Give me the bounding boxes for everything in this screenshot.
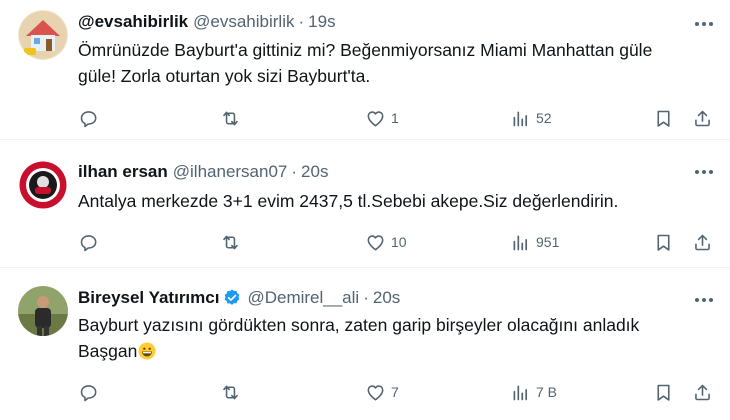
views-icon xyxy=(513,235,528,250)
bookmark-button[interactable] xyxy=(653,106,674,130)
timestamp[interactable]: 20s xyxy=(301,162,328,182)
separator-dot: · xyxy=(363,288,369,307)
bookmark-button[interactable] xyxy=(653,230,674,254)
retweet-icon xyxy=(223,235,238,249)
share-button[interactable] xyxy=(692,230,713,254)
tweet-text: Ömrünüzde Bayburt'a gittiniz mi? Beğenmi… xyxy=(78,37,718,89)
share-icon xyxy=(695,384,710,400)
tweet-text: Antalya merkezde 3+1 evim 2437,5 tl.Sebe… xyxy=(78,188,718,214)
verified-badge-icon xyxy=(222,288,242,308)
views-button[interactable]: 7 B xyxy=(510,380,557,404)
bookmark-button[interactable] xyxy=(653,380,674,404)
reply-icon xyxy=(80,234,97,251)
share-button[interactable] xyxy=(692,380,713,404)
action-bar: 7 7 B xyxy=(78,380,718,404)
more-icon[interactable] xyxy=(692,14,716,34)
retweet-button[interactable] xyxy=(220,106,246,130)
grinning-face-emoji xyxy=(138,342,156,360)
reply-button[interactable] xyxy=(78,380,104,404)
like-button[interactable]: 1 xyxy=(365,106,399,130)
tweet[interactable]: Bireysel Yatırımcı @Demirel__ali · 20s B… xyxy=(0,268,730,420)
user-handle[interactable]: @evsahibirlik xyxy=(193,12,294,32)
bookmark-icon xyxy=(657,234,670,251)
tweet-text: Bayburt yazısını gördükten sonra, zaten … xyxy=(78,312,718,364)
views-icon xyxy=(513,111,528,126)
action-bar: 1 52 xyxy=(78,106,718,130)
more-icon[interactable] xyxy=(692,290,716,310)
timestamp[interactable]: 19s xyxy=(308,12,335,32)
action-bar: 10 951 xyxy=(78,230,718,254)
views-count: 7 B xyxy=(536,384,558,400)
tweet[interactable]: @evsahibirlik @evsahibirlik · 19s Ömrünü… xyxy=(0,0,730,140)
bookmark-icon xyxy=(657,110,670,127)
like-button[interactable]: 7 xyxy=(365,380,399,404)
retweet-button[interactable] xyxy=(220,230,246,254)
tweet-text-line: Başgan xyxy=(78,341,138,361)
bookmark-icon xyxy=(657,384,670,401)
views-icon xyxy=(513,385,528,400)
display-name[interactable]: Bireysel Yatırımcı xyxy=(78,288,219,308)
reply-icon xyxy=(80,110,97,127)
tweet-text-line: Bayburt yazısını gördükten sonra, zaten … xyxy=(78,315,640,335)
display-name[interactable]: ilhan ersan xyxy=(78,162,168,182)
like-count: 1 xyxy=(391,110,399,126)
tweet-text-line: Antalya merkezde 3+1 evim 2437,5 tl.Sebe… xyxy=(78,191,619,211)
like-icon xyxy=(367,234,384,250)
views-button[interactable]: 951 xyxy=(510,230,559,254)
separator-dot: · xyxy=(291,162,298,181)
avatar[interactable] xyxy=(18,286,68,336)
tweet-text-line: Ömrünüzde Bayburt'a gittiniz mi? Beğenmi… xyxy=(78,40,653,60)
share-button[interactable] xyxy=(692,106,713,130)
separator-dot: · xyxy=(298,12,305,31)
reply-icon xyxy=(80,384,97,401)
retweet-button[interactable] xyxy=(220,380,246,404)
display-name[interactable]: @evsahibirlik xyxy=(78,12,188,32)
views-button[interactable]: 52 xyxy=(510,106,552,130)
views-count: 52 xyxy=(536,110,552,126)
timestamp[interactable]: 20s xyxy=(373,288,400,308)
avatar[interactable] xyxy=(18,160,68,210)
share-icon xyxy=(695,110,710,126)
retweet-icon xyxy=(223,385,238,399)
like-icon xyxy=(367,384,384,400)
tweet[interactable]: ilhan ersan @ilhanersan07 · 20s Antalya … xyxy=(0,140,730,268)
avatar[interactable] xyxy=(18,10,68,60)
reply-button[interactable] xyxy=(78,230,104,254)
like-count: 10 xyxy=(391,234,407,250)
share-icon xyxy=(695,234,710,250)
like-icon xyxy=(367,110,384,126)
retweet-icon xyxy=(223,111,238,125)
tweet-text-line: güle! Zorla oturtan yok sizi Bayburt'ta. xyxy=(78,66,371,86)
like-count: 7 xyxy=(391,384,399,400)
more-icon[interactable] xyxy=(692,162,716,182)
views-count: 951 xyxy=(536,234,560,250)
reply-button[interactable] xyxy=(78,106,104,130)
user-handle[interactable]: @Demirel__ali xyxy=(247,288,359,308)
user-handle[interactable]: @ilhanersan07 xyxy=(173,162,288,182)
like-button[interactable]: 10 xyxy=(365,230,407,254)
